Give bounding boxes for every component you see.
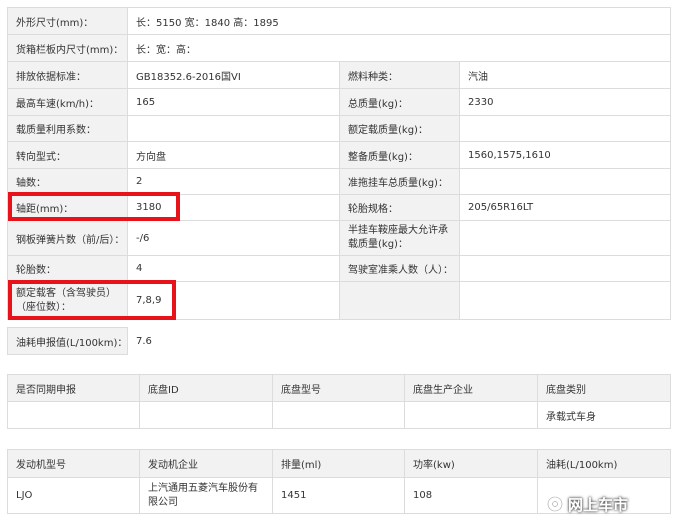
engine-header: 发动机企业 (139, 449, 273, 478)
spec-row: 转向型式： 方向盘 整备质量(kg)： 1560,1575,1610 (7, 141, 672, 169)
spec-label: 轮胎数： (7, 255, 128, 282)
engine-header-row: 发动机型号 发动机企业 排量(ml) 功率(kw) 油耗(L/100km) (7, 449, 671, 478)
wheelbase-highlight (8, 192, 180, 221)
spec-row-outer-size: 外形尺寸(mm)： 长：5150 宽：1840 高：1895 (7, 7, 672, 35)
engine-cell: 上汽通用五菱汽车股份有限公司 (139, 477, 273, 514)
spec-value (458, 220, 672, 256)
engine-header: 发动机型号 (7, 449, 140, 478)
cargo-size-label: 货箱栏板内尺寸(mm)： (7, 34, 128, 62)
watermark-text: 网上车市 (568, 495, 629, 514)
spec-row: 载质量利用系数： 额定载质量(kg)： (7, 115, 672, 142)
spec-row: 最高车速(km/h)： 165 总质量(kg)： 2330 (7, 88, 672, 116)
spec-value: 2 (127, 168, 340, 195)
spec-value: -/6 (127, 220, 340, 256)
chassis-cell (139, 401, 273, 429)
spec-row: 排放依据标准： GB18352.6-2016国VI 燃料种类： 汽油 (7, 61, 672, 89)
spec-label: 排放依据标准： (7, 61, 128, 89)
outer-size-label: 外形尺寸(mm)： (7, 7, 128, 35)
spec-label: 整备质量(kg)： (339, 141, 460, 169)
fuel-label: 油耗申报值(L/100km)： (7, 327, 128, 355)
spec-label: 转向型式： (7, 141, 128, 169)
spec-value: 4 (127, 255, 340, 282)
spec-label: 准拖挂车总质量(kg)： (339, 168, 460, 195)
chassis-value-row: 承载式车身 (7, 401, 671, 429)
engine-cell: 1451 (272, 477, 405, 514)
spec-table: 外形尺寸(mm)： 长：5150 宽：1840 高：1895 货箱栏板内尺寸(m… (7, 7, 672, 320)
chassis-cell (404, 401, 538, 429)
spec-label: 载质量利用系数： (7, 115, 128, 142)
engine-cell: LJO (7, 477, 140, 514)
spec-label: 最高车速(km/h)： (7, 88, 128, 116)
spec-value: 2330 (458, 88, 672, 116)
spec-value: 165 (127, 88, 340, 116)
chassis-table: 是否同期申报 底盘ID 底盘型号 底盘生产企业 底盘类别 承载式车身 (7, 374, 671, 429)
spec-label: 驾驶室准乘人数（人）： (339, 255, 460, 282)
engine-header: 排量(ml) (272, 449, 405, 478)
spec-value (458, 281, 672, 320)
chassis-header-row: 是否同期申报 底盘ID 底盘型号 底盘生产企业 底盘类别 (7, 374, 671, 402)
spec-value (127, 115, 340, 142)
chassis-cell (272, 401, 405, 429)
watermark-logo-icon (546, 495, 564, 513)
chassis-cell (7, 401, 140, 429)
spec-value (458, 255, 672, 282)
fuel-table: 油耗申报值(L/100km)： 7.6 (7, 327, 671, 355)
spec-row: 轴数： 2 准拖挂车总质量(kg)： (7, 168, 672, 195)
chassis-cell: 承载式车身 (537, 401, 671, 429)
spec-row: 钢板弹簧片数（前/后）： -/6 半挂车鞍座最大允许承载质量(kg)： (7, 220, 672, 256)
spec-value: 1560,1575,1610 (458, 141, 672, 169)
spec-value: 方向盘 (127, 141, 340, 169)
spec-label (339, 281, 460, 320)
spec-value (458, 168, 672, 195)
spec-value (458, 115, 672, 142)
watermark: 网上车市 (546, 492, 674, 516)
chassis-header: 是否同期申报 (7, 374, 140, 402)
fuel-value: 7.6 (127, 327, 671, 355)
seats-highlight (8, 280, 176, 320)
spec-label: 半挂车鞍座最大允许承载质量(kg)： (339, 220, 460, 256)
chassis-header: 底盘ID (139, 374, 273, 402)
chassis-header: 底盘类别 (537, 374, 671, 402)
spec-label: 燃料种类： (339, 61, 460, 89)
spec-value: 汽油 (458, 61, 672, 89)
engine-cell: 108 (404, 477, 538, 514)
spec-label: 额定载质量(kg)： (339, 115, 460, 142)
spec-value: GB18352.6-2016国VI (127, 61, 340, 89)
spec-label: 轴数： (7, 168, 128, 195)
chassis-header: 底盘生产企业 (404, 374, 538, 402)
spec-row-cargo-size: 货箱栏板内尺寸(mm)： 长：宽：高： (7, 34, 672, 62)
outer-size-value: 长：5150 宽：1840 高：1895 (126, 7, 672, 35)
spec-value: 205/65R16LT (458, 194, 672, 221)
fuel-row: 油耗申报值(L/100km)： 7.6 (7, 327, 671, 355)
engine-header: 功率(kw) (404, 449, 538, 478)
spec-label: 钢板弹簧片数（前/后）： (7, 220, 128, 256)
engine-header: 油耗(L/100km) (537, 449, 671, 478)
cargo-size-value: 长：宽：高： (126, 34, 672, 62)
chassis-header: 底盘型号 (272, 374, 405, 402)
spec-row: 轮胎数： 4 驾驶室准乘人数（人）： (7, 255, 672, 282)
spec-label: 总质量(kg)： (339, 88, 460, 116)
spec-label: 轮胎规格： (339, 194, 460, 221)
